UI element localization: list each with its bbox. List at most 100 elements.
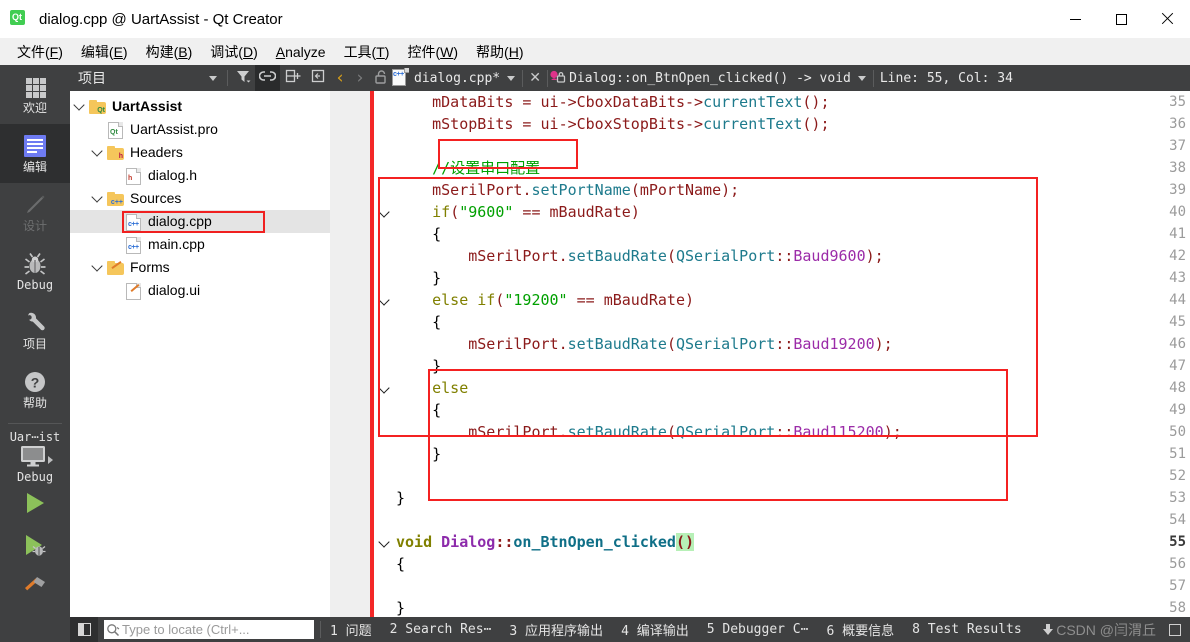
output-pane-button-5[interactable]: 5 Debugger C⋯ [698,622,818,637]
line-number-gutter [330,91,370,617]
window-controls [1052,0,1190,38]
symbol-selector[interactable]: Dialog::on_BtnOpen_clicked() -> void [548,68,851,88]
symbol-name: Dialog::on_BtnOpen_clicked() -> void [569,70,851,86]
code-line: else if("19200" == mBaudRate) [432,291,695,309]
sidebar-view-dropdown[interactable] [200,65,225,91]
menu-file[interactable]: 文件(F) [8,39,72,65]
expand-collapse-toggle[interactable] [88,145,106,157]
chevron-down-icon[interactable] [507,75,516,81]
open-document-selector[interactable]: c++ dialog.cpp* [392,68,501,87]
line-number: 45 [1169,314,1186,330]
locator-placeholder: Type to locate (Ctrl+... [122,622,250,637]
green-play-bug-icon [20,532,50,563]
minimize-button[interactable] [1052,0,1098,38]
pencil-icon [22,192,48,218]
line-number: 39 [1169,182,1186,198]
output-pane-button-3[interactable]: 3 应用程序输出 [500,620,612,639]
code-line: } [396,599,406,617]
fold-toggle-icon[interactable] [379,377,391,399]
tree-item-label: main.cpp [148,236,205,252]
code-line: if("9600" == mBaudRate) [432,203,640,221]
qt-pro-file-icon: Qt [106,121,126,139]
close-sidebar-button[interactable] [305,65,330,91]
code-area[interactable]: 35 mDataBits = ui->CboxDataBits->current… [330,91,1190,617]
kit-selector[interactable]: Uar⋯ist Debug [0,424,70,484]
tree-item-headers[interactable]: h Headers [70,141,330,164]
fold-toggle-icon[interactable] [379,201,391,223]
sidebar-item-debug[interactable]: Debug [0,242,70,301]
edit-icon [24,135,46,157]
mode-label: 项目 [22,337,47,351]
cpp-file-icon: c++ [124,236,144,254]
output-pane-button-8[interactable]: 8 Test Results [903,622,1031,637]
line-number: 43 [1169,270,1186,286]
toggle-sidebar-button[interactable] [70,617,98,642]
sources-folder-icon: c++ [106,190,126,208]
code-line: mStopBits = ui->CboxStopBits->currentTex… [432,115,830,133]
fold-toggle-icon[interactable] [379,531,391,553]
menu-build[interactable]: 构建(B) [137,39,202,65]
synchronize-with-editor-button[interactable] [255,65,280,91]
bug-icon [22,251,48,277]
go-back-button[interactable]: ‹ [330,65,350,91]
chevron-down-icon[interactable] [857,75,866,81]
maximize-output-pane-button[interactable] [1162,617,1188,642]
expand-collapse-toggle[interactable] [88,260,106,272]
locator-input[interactable]: Type to locate (Ctrl+... [104,620,314,639]
start-debugging-button[interactable] [0,526,70,568]
close-document-button[interactable]: ✕ [523,65,547,91]
sidebar-item-help[interactable]: ? 帮助 [0,360,70,419]
line-number: 35 [1169,94,1186,110]
line-number: 55 [1169,534,1186,550]
filter-tree-button[interactable] [230,65,255,91]
line-number: 54 [1169,512,1186,528]
tree-item-sources[interactable]: c++ Sources [70,187,330,210]
menu-edit[interactable]: 编辑(E) [72,39,137,65]
method-lock-icon [548,68,568,88]
split-add-button[interactable] [280,65,305,91]
code-line: void Dialog::on_BtnOpen_clicked() [396,533,695,551]
sidebar-header: 项目 [70,65,330,91]
code-line: } [396,269,442,287]
make-writable-button[interactable] [370,65,392,91]
tree-item-label: dialog.cpp [148,213,212,229]
tree-item-main-cpp[interactable]: c++ main.cpp [70,233,330,256]
menu-window[interactable]: 控件(W) [398,39,467,65]
tree-item-dialog-h[interactable]: h dialog.h [70,164,330,187]
menu-tools[interactable]: 工具(T) [335,39,399,65]
maximize-button[interactable] [1098,0,1144,38]
expand-collapse-toggle[interactable] [70,99,88,111]
output-pane-button-4[interactable]: 4 编译输出 [612,620,698,639]
output-pane-button-2[interactable]: 2 Search Res⋯ [381,622,501,637]
menu-help[interactable]: 帮助(H) [467,39,532,65]
tree-item-dialog-ui[interactable]: dialog.ui [70,279,330,302]
expand-collapse-toggle[interactable] [88,191,106,203]
line-number: 40 [1169,204,1186,220]
sidebar-item-edit[interactable]: 编辑 [0,124,70,183]
line-number: 56 [1169,556,1186,572]
maximize-output-pane-icon [1169,623,1181,636]
fold-toggle-icon[interactable] [379,289,391,311]
go-forward-button[interactable]: › [350,65,370,91]
sidebar-item-welcome[interactable]: 欢迎 [0,65,70,124]
tree-item-dialog-cpp[interactable]: c++ dialog.cpp [70,210,330,233]
menu-bar: 文件(F) 编辑(E) 构建(B) 调试(D) Analyze 工具(T) 控件(W) 帮助(… [0,38,1190,65]
status-bar: Type to locate (Ctrl+... 1 问题 2 Search Re… [70,617,1190,642]
run-button[interactable] [0,484,70,526]
line-number: 42 [1169,248,1186,264]
menu-analyze[interactable]: Analyze [267,41,335,63]
tree-item-uartassist-pro[interactable]: Qt UartAssist.pro [70,118,330,141]
tree-item-forms[interactable]: Forms [70,256,330,279]
menu-debug[interactable]: 调试(D) [201,39,266,65]
tree-item-uartassist[interactable]: Qt UartAssist [70,95,330,118]
tree-item-label: Forms [130,259,170,275]
build-button[interactable] [0,568,70,610]
sidebar-item-design[interactable]: 设计 [0,183,70,242]
chevron-right-icon [47,456,53,464]
output-pane-button-1[interactable]: 1 问题 [321,620,381,639]
editor-file-name: dialog.cpp* [414,70,501,86]
sidebar-item-projects[interactable]: 项目 [0,301,70,360]
code-line: { [396,225,442,243]
output-pane-button-6[interactable]: 6 概要信息 [817,620,903,639]
close-button[interactable] [1144,0,1190,38]
